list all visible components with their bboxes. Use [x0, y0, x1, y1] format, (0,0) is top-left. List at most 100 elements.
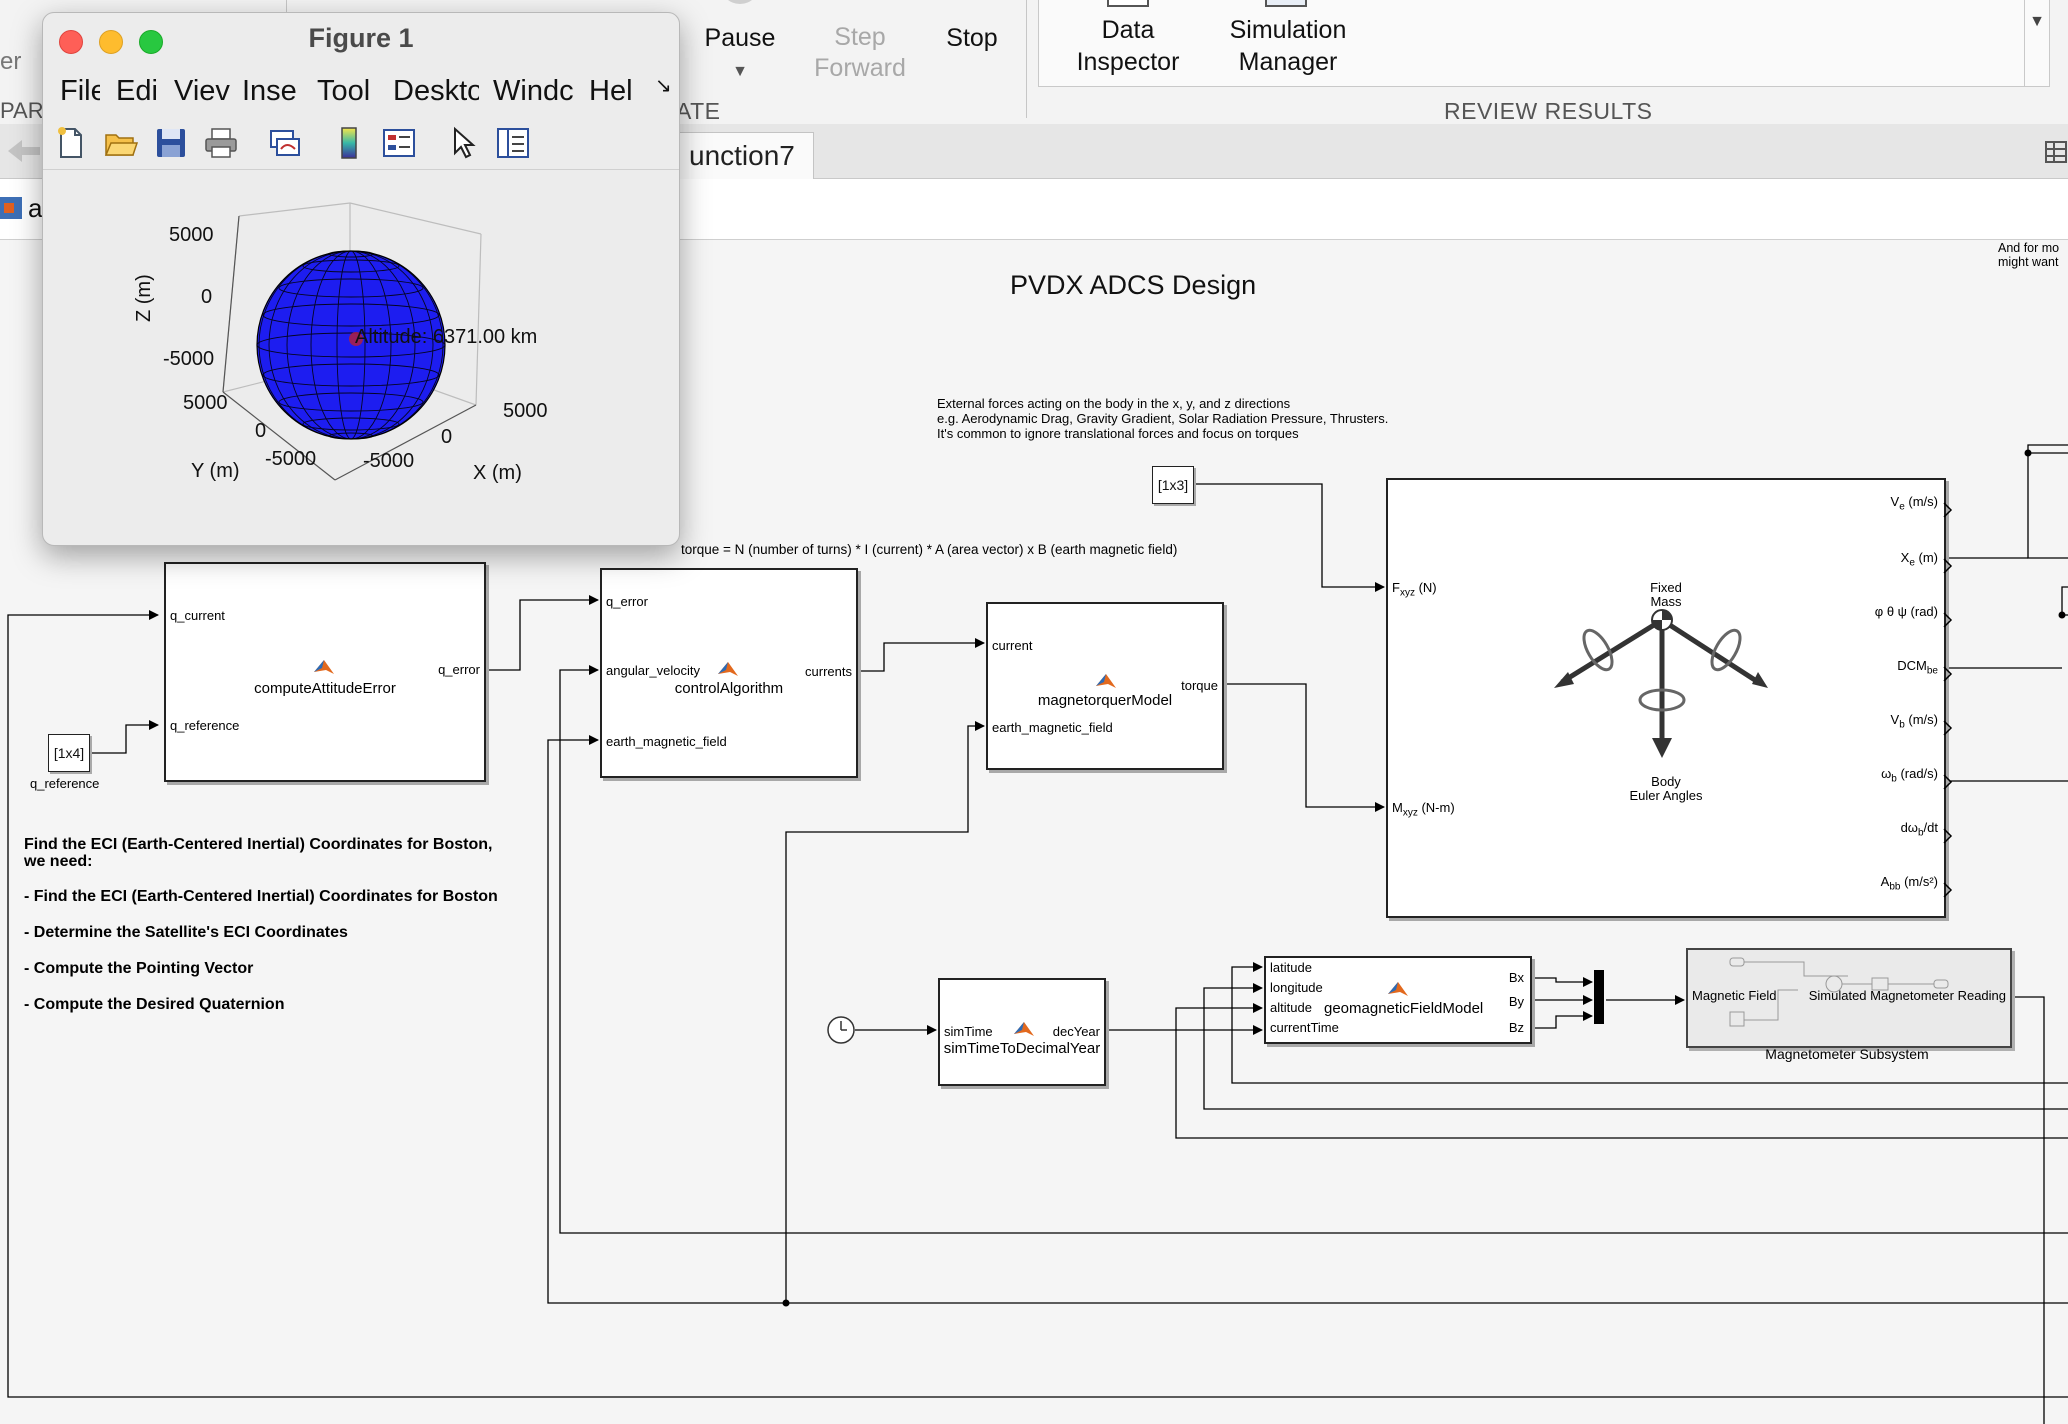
port-simulated-reading: Simulated Magnetometer Reading [1808, 988, 2006, 1003]
back-arrow-icon[interactable] [4, 136, 44, 166]
x-axis-label: X (m) [473, 462, 522, 484]
port-earth-magnetic-field: earth_magnetic_field [606, 734, 727, 749]
external-forces-note-2: e.g. Aerodynamic Drag, Gravity Gradient,… [937, 411, 1389, 426]
figure-titlebar[interactable]: Figure 1 [43, 13, 679, 65]
figure-menubar: File Edi Viev Inse Tool Deskto Windc Hel… [43, 71, 679, 113]
instructions-line-6: - Compute the Desired Quaternion [24, 996, 285, 1013]
chevron-down-icon[interactable]: ▼ [690, 56, 790, 88]
new-file-icon[interactable] [53, 125, 89, 161]
open-folder-icon[interactable] [103, 125, 139, 161]
matlab-logo-icon [1388, 982, 1408, 996]
z-tick-label: 5000 [169, 224, 214, 246]
magnetometer-subsystem-label: Magnetometer Subsystem [1765, 1046, 1929, 1062]
figure-toolbar [43, 117, 679, 170]
colorbar-icon[interactable] [331, 125, 367, 161]
matlab-logo-icon [718, 662, 738, 676]
corner-note-line-1: And for mo [1998, 241, 2060, 255]
breadcrumb-model-name[interactable]: a [28, 193, 42, 224]
port-bx: Bx [1508, 970, 1524, 985]
magnetometer-subsystem-block[interactable]: Magnetic Field Simulated Magnetometer Re… [1686, 948, 2012, 1048]
matlab-logo-icon [1014, 1022, 1034, 1036]
legend-icon[interactable] [381, 125, 417, 161]
menu-view[interactable]: Viev [174, 75, 230, 108]
menu-overflow-icon[interactable]: ↘ [655, 73, 672, 98]
z-axis-label: Z (m) [133, 274, 155, 322]
port-sim-time: simTime [944, 1024, 993, 1039]
y-axis-label: Y (m) [191, 460, 240, 482]
instructions-line-3: - Find the ECI (Earth-Centered Inertial)… [24, 888, 498, 905]
menu-desktop[interactable]: Deskto [393, 75, 479, 108]
model-icon[interactable] [0, 195, 24, 221]
port-current: current [992, 638, 1033, 653]
instructions-line-1: Find the ECI (Earth-Centered Inertial) C… [24, 836, 493, 853]
euler-angles-label: Euler Angles [1629, 788, 1703, 803]
mux-block[interactable] [1594, 970, 1604, 1024]
port-vb: Vb (m/s) [1890, 712, 1938, 731]
truncated-section-label: PAR [0, 98, 44, 123]
tab-model-function7[interactable]: unction7 [670, 132, 814, 179]
magnetorquer-model-block[interactable]: current earth_magnetic_field torque magn… [986, 602, 1224, 770]
figure-title: Figure 1 [308, 23, 414, 53]
z-tick-label: 0 [201, 286, 213, 308]
six-dof-body-block[interactable]: Fxyz (N) Mxyz (N-m) Ve (m/s) Xe (m) φ θ … [1386, 478, 1946, 918]
constant-1x4-block[interactable]: [1x4] [48, 734, 90, 772]
z-tick-label: -5000 [163, 348, 215, 370]
port-q-reference: q_reference [170, 718, 240, 733]
pointer-icon[interactable] [445, 125, 481, 161]
compute-attitude-error-block[interactable]: q_current q_reference q_error computeAtt… [164, 562, 486, 782]
figure-window[interactable]: Figure 1 File Edi Viev Inse Tool Deskto … [42, 12, 680, 546]
geomagnetic-field-model-block[interactable]: latitude longitude altitude currentTime … [1264, 956, 1532, 1044]
simulation-manager-button[interactable]: Simulation Manager [1214, 14, 1362, 78]
clock-icon[interactable] [826, 1015, 856, 1045]
grid-view-icon[interactable] [2044, 140, 2068, 164]
port-dec-year: decYear [1052, 1024, 1100, 1039]
port-dcm-be: DCMbe [1897, 658, 1938, 677]
figure-axes[interactable]: Altitude: 6371.00 km 5000 0 -5000 Z (m) … [43, 170, 679, 545]
port-xe: Xe (m) [1900, 550, 1938, 569]
port-altitude: altitude [1270, 1000, 1312, 1015]
gallery-expand-icon[interactable]: ▼ [2024, 0, 2049, 86]
external-forces-note-3: It's common to ignore translational forc… [937, 426, 1299, 441]
torque-equation-note: torque = N (number of turns) * I (curren… [681, 542, 1178, 557]
menu-insert[interactable]: Inse [242, 75, 302, 108]
block-name: controlAlgorithm [674, 680, 784, 697]
port-q-error-out: q_error [438, 662, 480, 677]
menu-tools[interactable]: Tool [317, 75, 379, 108]
block-name: magnetorquerModel [1037, 692, 1173, 709]
block-name: simTimeToDecimalYear [943, 1040, 1101, 1057]
y-tick-label: -5000 [265, 448, 317, 470]
port-domega-dt: dωb/dt [1900, 820, 1938, 839]
print-icon[interactable] [203, 125, 239, 161]
matlab-logo-icon [314, 660, 334, 674]
menu-help[interactable]: Hel [589, 75, 637, 108]
port-currents: currents [805, 664, 852, 679]
matlab-logo-icon [1096, 674, 1116, 688]
menu-window[interactable]: Windc [493, 75, 575, 108]
instructions-line-4: - Determine the Satellite's ECI Coordina… [24, 924, 348, 941]
x-tick-label: 5000 [503, 400, 548, 422]
port-torque: torque [1181, 678, 1218, 693]
altitude-annotation: Altitude: 6371.00 km [355, 326, 538, 348]
link-plot-icon[interactable] [267, 125, 303, 161]
port-abb: Abb (m/s²) [1880, 874, 1938, 893]
save-icon[interactable] [153, 125, 189, 161]
sim-time-to-decimal-year-block[interactable]: simTime decYear simTimeToDecimalYear [938, 978, 1106, 1086]
data-inspector-button[interactable]: Data Inspector [1060, 14, 1196, 78]
step-forward-button[interactable]: Step Forward [800, 22, 920, 84]
port-angular-velocity: angular_velocity [606, 663, 700, 678]
stop-button[interactable]: Stop [930, 22, 1014, 54]
property-editor-icon[interactable] [495, 125, 531, 161]
constant-1x3-block[interactable]: [1x3] [1152, 466, 1194, 504]
menu-file[interactable]: File [60, 75, 100, 108]
body-axes-icon [1554, 609, 1768, 758]
body-label: Body [1651, 774, 1681, 789]
block-name: geomagneticFieldModel [1324, 1000, 1484, 1017]
control-algorithm-block[interactable]: q_error angular_velocity earth_magnetic_… [600, 568, 858, 778]
pause-button[interactable]: Pause ▼ [690, 0, 790, 92]
block-name: computeAttitudeError [254, 680, 396, 697]
diagram-title: PVDX ADCS Design [1010, 270, 1257, 300]
port-ve: Ve (m/s) [1890, 494, 1938, 513]
x-tick-label: 0 [441, 426, 453, 448]
menu-edit[interactable]: Edi [116, 75, 164, 108]
port-earth-magnetic-field: earth_magnetic_field [992, 720, 1113, 735]
